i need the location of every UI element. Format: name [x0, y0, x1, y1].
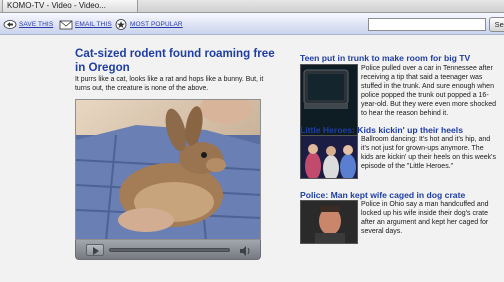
email-icon: [59, 20, 73, 29]
browser-title-bar: KOMO-TV - Video - Video...: [0, 0, 504, 13]
video-controls: [75, 240, 261, 260]
video-progress-bar[interactable]: [109, 248, 230, 252]
main-story-title[interactable]: Cat-sized rodent found roaming free in O…: [75, 47, 280, 74]
most-popular-label[interactable]: MOST POPULAR: [130, 21, 183, 28]
thumbnail-dancers-image: [301, 136, 357, 178]
sidebar-story-body: Police in Ohio say a man handcuffed and …: [361, 201, 489, 235]
most-popular-button[interactable]: MOST POPULAR: [114, 18, 183, 30]
save-label[interactable]: SAVE THIS: [19, 21, 53, 28]
volume-icon: [240, 246, 250, 256]
sidebar-story-thumbnail[interactable]: [300, 135, 358, 179]
search-button[interactable]: Search: [489, 17, 504, 32]
main-story-summary: It purrs like a cat, looks like a rat an…: [75, 76, 264, 92]
email-label[interactable]: EMAIL THIS: [75, 21, 112, 28]
video-player[interactable]: [75, 99, 261, 240]
video-frame-rodent: [76, 100, 260, 239]
play-icon: [93, 247, 99, 255]
browser-tab[interactable]: KOMO-TV - Video - Video...: [2, 0, 138, 13]
sidebar-story-title[interactable]: Police: Man kept wife caged in dog crate: [300, 190, 465, 200]
play-button[interactable]: [86, 244, 104, 256]
sidebar-story-title[interactable]: Little Heroes: Kids kickin' up their hee…: [300, 125, 463, 135]
save-button[interactable]: SAVE THIS: [3, 18, 53, 30]
sidebar-story-body: Police pulled over a car in Tennessee af…: [361, 65, 497, 117]
popular-icon: [115, 18, 127, 30]
toolbar: SAVE THIS EMAIL THIS MOST POPULAR Search: [0, 13, 504, 35]
sidebar-story-title[interactable]: Teen put in trunk to make room for big T…: [300, 53, 470, 63]
save-icon: [3, 19, 17, 29]
thumbnail-mugshot-image: [301, 201, 357, 243]
sidebar-story-body: Ballroom dancing: It's hot and it's hip,…: [361, 136, 496, 170]
search-input[interactable]: [368, 18, 486, 31]
volume-button[interactable]: [236, 244, 254, 256]
sidebar-story-thumbnail[interactable]: [300, 200, 358, 244]
email-button[interactable]: EMAIL THIS: [59, 18, 112, 30]
